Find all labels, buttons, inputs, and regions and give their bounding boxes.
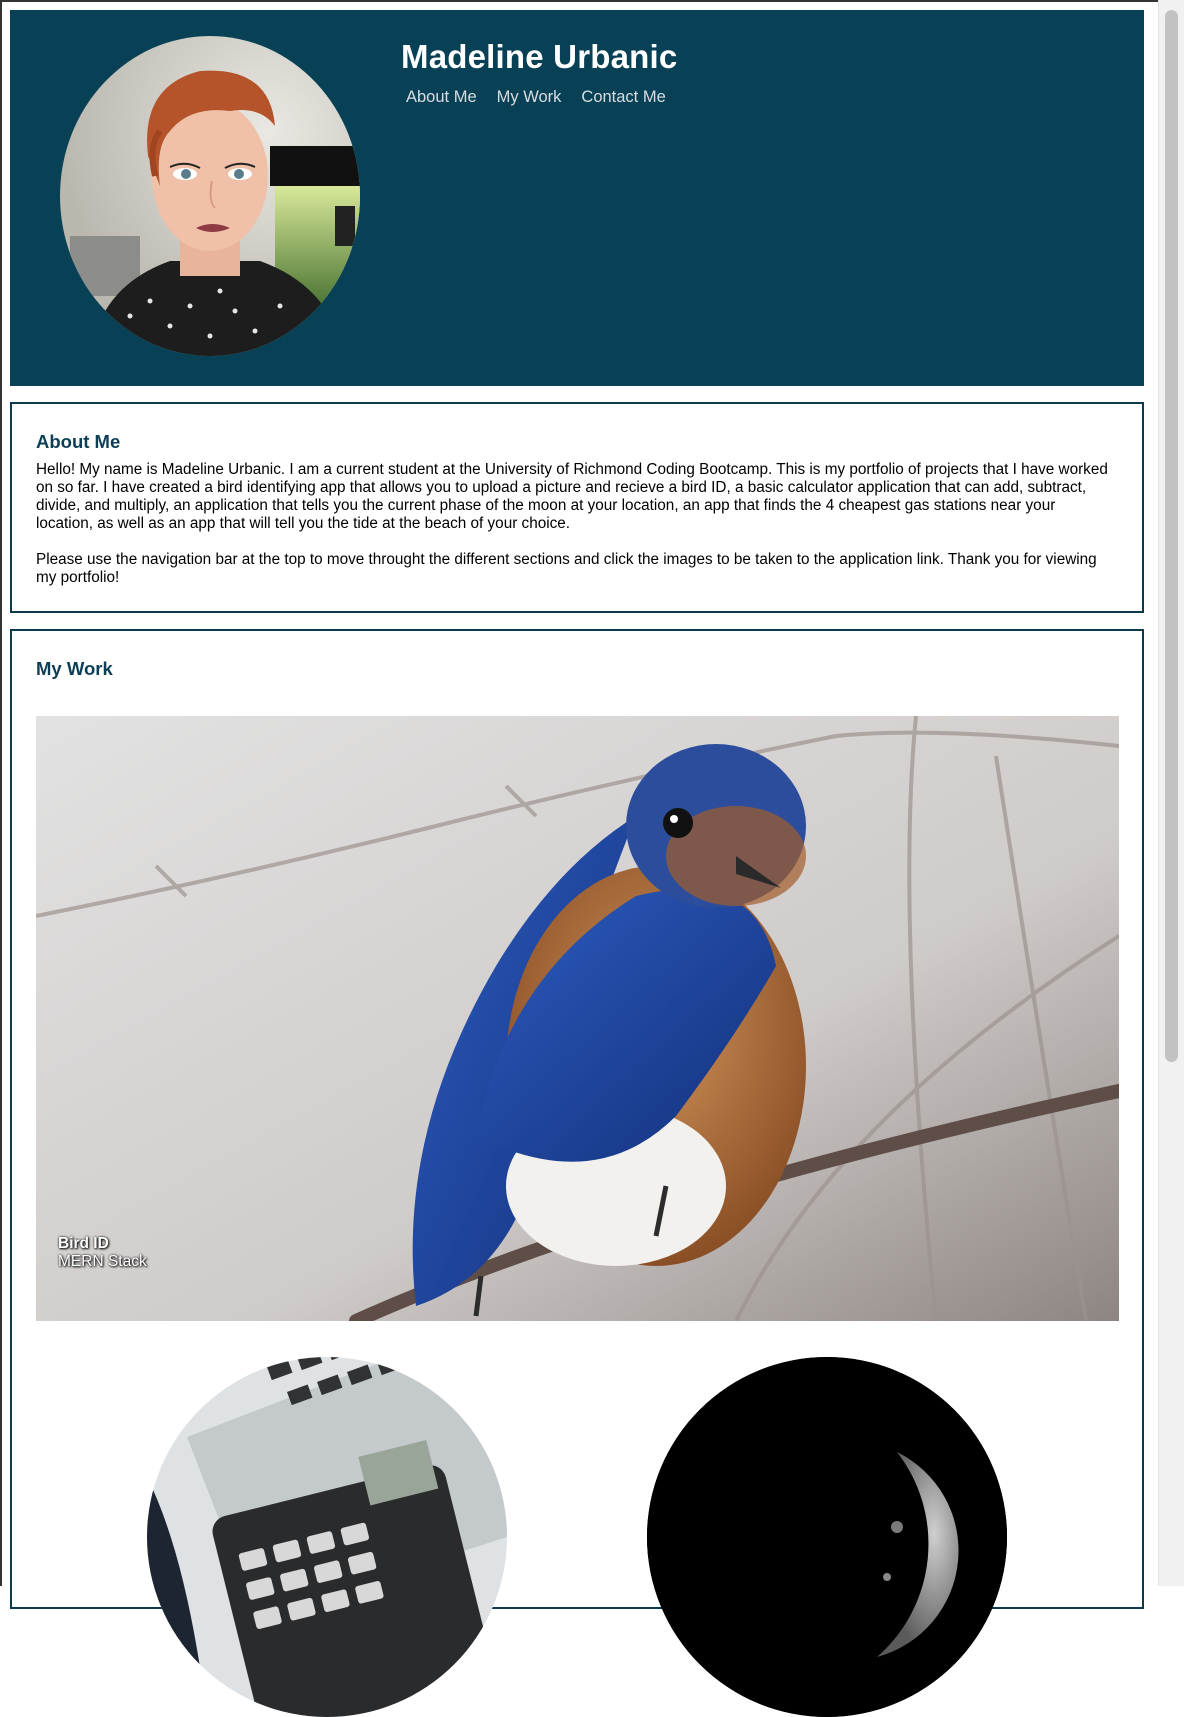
- about-heading: About Me: [36, 431, 121, 452]
- bird-id-caption: Bird ID MERN Stack: [58, 1235, 147, 1271]
- site-header: Madeline Urbanic About Me My Work Contac…: [10, 10, 1144, 386]
- bird-id-project-link[interactable]: Bird ID MERN Stack: [36, 716, 1119, 1321]
- profile-photo: [60, 36, 360, 356]
- my-work-section: My Work Bird ID MERN Stack: [10, 629, 1144, 1717]
- project-stack: MERN Stack: [58, 1253, 147, 1270]
- my-work-heading: My Work: [36, 658, 113, 679]
- top-nav: About Me My Work Contact Me: [406, 88, 666, 107]
- moon-photo: [647, 1357, 1007, 1717]
- about-paragraph-1: Hello! My name is Madeline Urbanic. I am…: [36, 461, 1108, 532]
- calculator-project-link[interactable]: [147, 1357, 507, 1717]
- nav-about-me[interactable]: About Me: [406, 88, 477, 107]
- about-section: About Me Hello! My name is Madeline Urba…: [10, 402, 1144, 613]
- nav-contact-me[interactable]: Contact Me: [581, 88, 665, 107]
- about-paragraph-2: Please use the navigation bar at the top…: [36, 551, 1097, 586]
- nav-my-work[interactable]: My Work: [497, 88, 562, 107]
- calculator-photo: [147, 1357, 507, 1717]
- bluebird-photo: [36, 716, 1119, 1321]
- scrollbar-thumb[interactable]: [1165, 10, 1178, 1062]
- moon-phase-project-link[interactable]: [647, 1357, 1007, 1717]
- site-title: Madeline Urbanic: [401, 38, 678, 75]
- project-name: Bird ID: [58, 1235, 109, 1252]
- vertical-scrollbar[interactable]: [1158, 0, 1184, 1586]
